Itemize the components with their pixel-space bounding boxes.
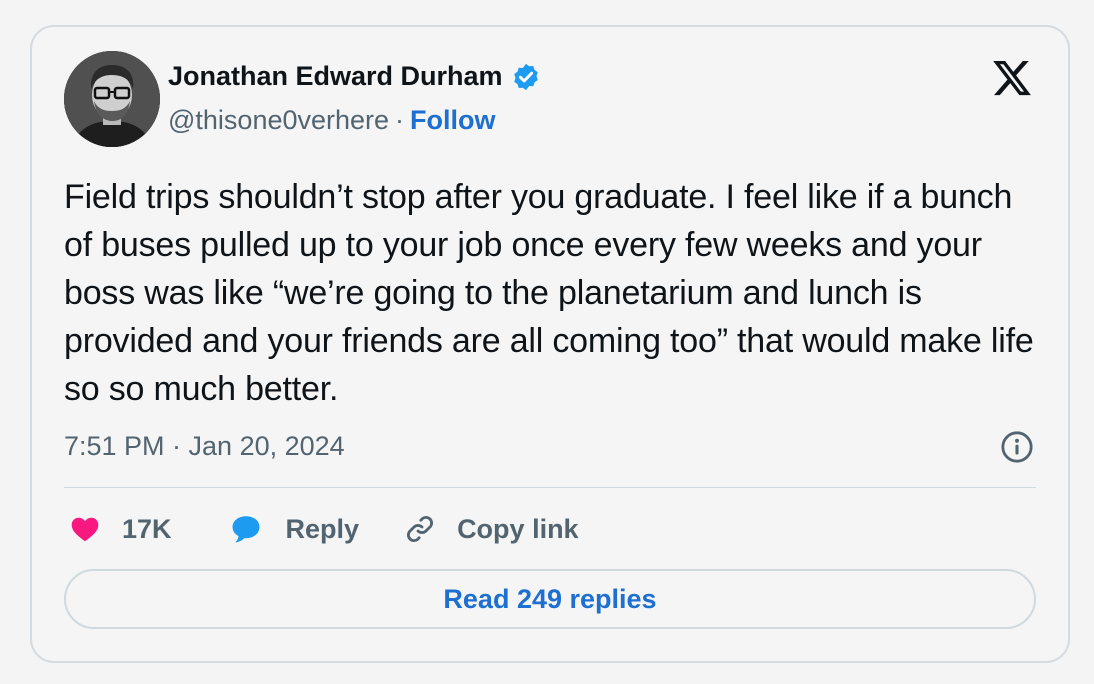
x-logo-icon[interactable]: [990, 57, 1034, 99]
link-icon: [407, 515, 434, 543]
avatar[interactable]: [64, 51, 160, 147]
author-display-name[interactable]: Jonathan Edward Durham: [168, 61, 503, 92]
tweet-timestamp[interactable]: 7:51 PM · Jan 20, 2024: [64, 431, 345, 462]
info-icon[interactable]: [1000, 430, 1034, 464]
reply-button[interactable]: Reply: [228, 512, 404, 546]
copy-link-button[interactable]: Copy link: [403, 512, 579, 546]
like-count: 17K: [122, 513, 172, 544]
copy-link-label: Copy link: [457, 513, 579, 544]
follow-button[interactable]: Follow: [410, 105, 495, 136]
verified-badge-icon: [513, 63, 538, 90]
like-button[interactable]: 17K: [68, 513, 228, 545]
reply-bubble-icon: [232, 516, 259, 543]
divider: [64, 487, 1036, 488]
author-handle-row: @thisone0verhere · Follow: [168, 105, 496, 136]
author-handle[interactable]: @thisone0verhere: [168, 105, 389, 136]
tweet-actions: 17K Reply Copy link: [68, 509, 579, 549]
separator-dot: ·: [395, 105, 405, 135]
reply-label: Reply: [285, 513, 360, 544]
heart-icon: [71, 517, 99, 542]
tweet-card: Jonathan Edward Durham @thisone0verhere …: [30, 25, 1070, 663]
author-name-row: Jonathan Edward Durham: [168, 61, 541, 92]
tweet-text: Field trips shouldn’t stop after you gra…: [64, 178, 1034, 408]
avatar-photo: [64, 51, 160, 147]
read-replies-button[interactable]: Read 249 replies: [64, 569, 1036, 629]
